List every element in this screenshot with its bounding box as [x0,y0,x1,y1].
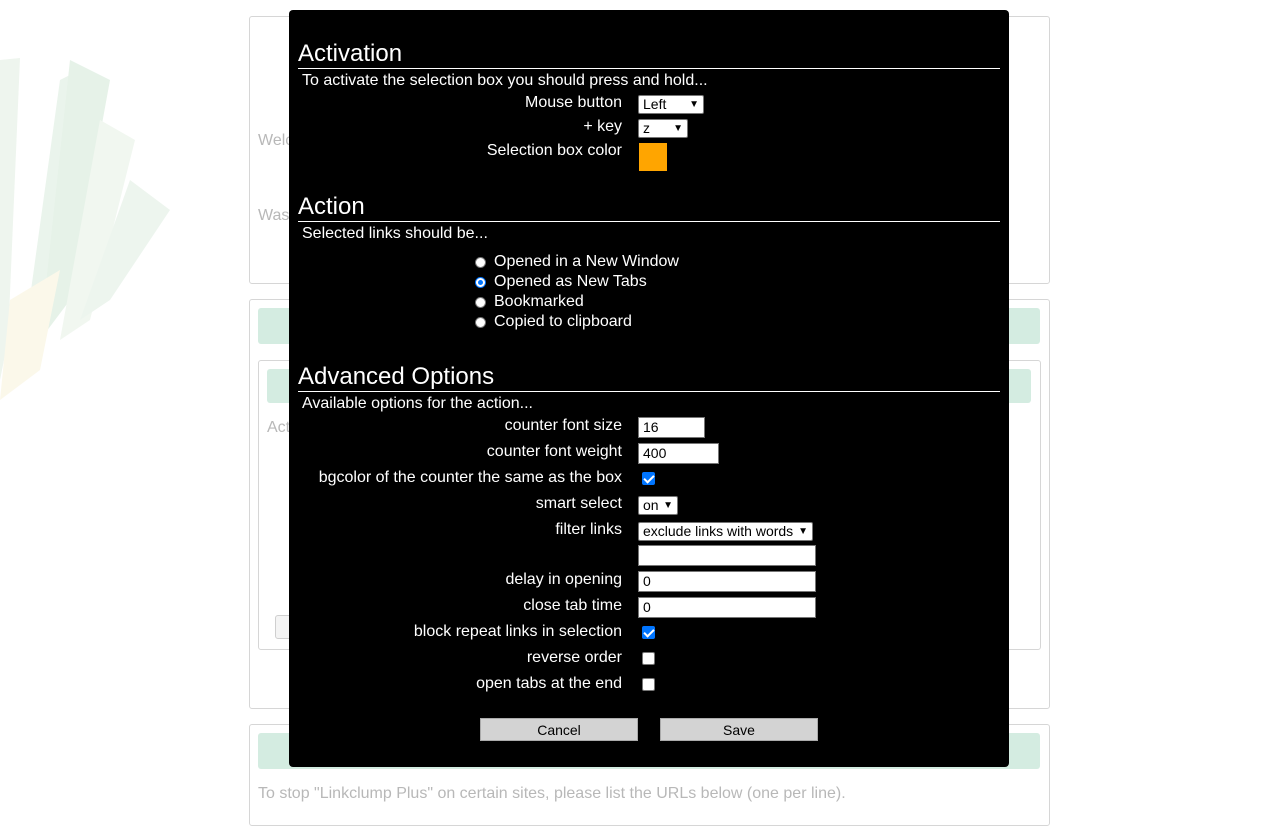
key-value: z [643,120,650,136]
counter-font-weight-label: counter font weight [486,443,622,460]
smart-select-value: on [643,497,659,513]
chevron-down-icon: ▼ [689,99,699,110]
delay-opening-label: delay in opening [505,571,622,588]
block-repeat-label: block repeat links in selection [413,623,622,640]
key-select[interactable]: z ▼ [638,119,688,138]
filter-words-input[interactable] [638,545,816,566]
activation-title: Activation [298,40,1000,69]
logo-stripes-decoration [0,58,170,400]
chevron-down-icon: ▼ [798,526,808,537]
key-label: + key [583,118,622,135]
welcome-text: Welc [258,132,294,149]
filter-links-value: exclude links with words [643,523,794,539]
radio-button[interactable] [475,296,486,308]
action-description: Selected links should be... [302,225,488,242]
chevron-down-icon: ▼ [663,500,673,511]
smart-select-label: smart select [535,495,622,512]
filter-links-dropdown[interactable]: exclude links with words ▼ [638,522,813,541]
bgcolor-counter-checkbox[interactable] [642,472,655,485]
reverse-order-checkbox[interactable] [642,652,655,665]
radio-new-window[interactable]: Opened in a New Window [475,253,679,271]
selection-color-picker[interactable] [639,143,667,171]
radio-label: Copied to clipboard [494,313,632,330]
counter-font-size-input[interactable]: 16 [638,417,705,438]
radio-clipboard[interactable]: Copied to clipboard [475,313,632,331]
mouse-button-label: Mouse button [525,94,622,111]
advanced-description: Available options for the action... [302,395,533,412]
selection-color-label: Selection box color [486,142,622,159]
filter-links-label: filter links [555,521,622,538]
radio-bookmarked[interactable]: Bookmarked [475,293,584,311]
mouse-button-value: Left [643,96,667,112]
save-button[interactable]: Save [660,718,818,741]
bgcolor-counter-label: bgcolor of the counter the same as the b… [318,469,622,486]
radio-button[interactable] [475,256,486,268]
cancel-button[interactable]: Cancel [480,718,638,741]
mouse-button-select[interactable]: Left ▼ [638,95,704,114]
radio-button-selected[interactable] [475,276,486,288]
delay-opening-input[interactable]: 0 [638,571,816,592]
close-tab-time-label: close tab time [523,597,622,614]
reverse-order-label: reverse order [526,649,622,666]
open-tabs-end-label: open tabs at the end [476,675,622,692]
counter-font-size-label: counter font size [504,417,622,434]
counter-font-weight-input[interactable]: 400 [638,443,719,464]
block-repeat-checkbox[interactable] [642,626,655,639]
smart-select-dropdown[interactable]: on ▼ [638,496,678,515]
radio-button[interactable] [475,316,486,328]
radio-label: Bookmarked [494,293,584,310]
chevron-down-icon: ▼ [673,123,683,134]
close-tab-time-input[interactable]: 0 [638,597,816,618]
action-title: Action [298,193,1000,222]
advanced-title: Advanced Options [298,363,1000,392]
radio-new-tabs[interactable]: Opened as New Tabs [475,273,647,291]
radio-label: Opened in a New Window [494,253,679,270]
blocked-sites-text: To stop "Linkclump Plus" on certain site… [258,785,846,802]
open-tabs-end-checkbox[interactable] [642,678,655,691]
radio-label: Opened as New Tabs [494,273,647,290]
activation-description: To activate the selection box you should… [302,72,708,89]
settings-modal: Activation To activate the selection box… [289,10,1009,767]
was-text: Was [258,207,290,224]
